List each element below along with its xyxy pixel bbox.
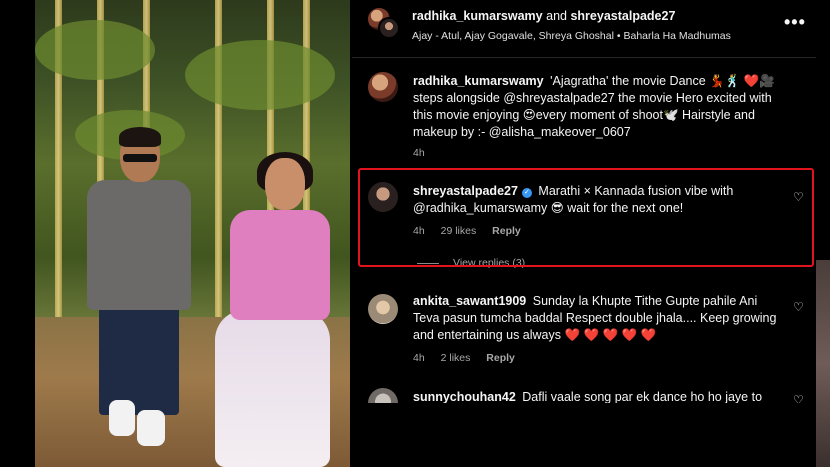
dancer-woman-head (265, 158, 305, 210)
caption: radhika_kumarswamy 'Ajagratha' the movie… (352, 60, 816, 160)
dancer-woman (230, 210, 330, 320)
comment-text: Dafli vaale song par ek dance ho ho jaye… (522, 390, 763, 404)
caption-meta: 4h (413, 147, 438, 159)
comment-text-block: ankita_sawant1909 Sunday la Khupte Tithe… (413, 293, 783, 344)
dancer-man-legs (99, 300, 179, 415)
collab-avatar-2[interactable] (378, 17, 400, 39)
comment-time: 4h (413, 352, 425, 364)
side-preview (816, 260, 830, 467)
dancer-man-hair (119, 127, 161, 147)
music-title: Baharla Ha Madhumas (623, 30, 731, 42)
heart-outline-icon[interactable]: ♡ (793, 301, 805, 313)
caption-text-block: radhika_kumarswamy 'Ajagratha' the movie… (413, 73, 793, 141)
dancer-man (87, 180, 191, 310)
author-username-1[interactable]: radhika_kumarswamy (412, 9, 543, 23)
caption-time: 4h (413, 147, 425, 159)
comment-likes[interactable]: 2 likes (441, 352, 471, 364)
post-authors: radhika_kumarswamy and shreyastalpade27 (412, 9, 675, 23)
comment-highlight-box (358, 168, 814, 267)
comment-username[interactable]: ankita_sawant1909 (413, 294, 526, 308)
foliage (185, 40, 335, 110)
comment-meta: 4h 2 likes Reply (413, 352, 528, 364)
shoe (137, 410, 165, 446)
dancer-man-sunglasses (123, 154, 157, 162)
reel-video[interactable] (35, 0, 350, 467)
post-header: radhika_kumarswamy and shreyastalpade27 … (352, 0, 816, 58)
heart-emojis: ❤️ ❤️ ❤️ ❤️ ❤️ (564, 328, 657, 342)
author-username-2[interactable]: shreyastalpade27 (570, 9, 675, 23)
comment-item: ankita_sawant1909 Sunday la Khupte Tithe… (352, 284, 816, 374)
panel-footer (352, 403, 816, 467)
music-separator: • (616, 30, 621, 42)
foliage (35, 20, 155, 80)
caption-username[interactable]: radhika_kumarswamy (413, 74, 544, 88)
avatar[interactable] (368, 72, 398, 102)
and-text: and (546, 9, 567, 23)
reply-button[interactable]: Reply (486, 352, 515, 364)
music-artists: Ajay - Atul, Ajay Gogavale, Shreya Ghosh… (412, 30, 614, 42)
shoe (109, 400, 135, 436)
more-options-icon[interactable]: ••• (784, 12, 806, 33)
avatar[interactable] (368, 294, 398, 324)
dancer-woman-saree (215, 310, 330, 467)
music-info[interactable]: Ajay - Atul, Ajay Gogavale, Shreya Ghosh… (412, 30, 731, 42)
comment-username[interactable]: sunnychouhan42 (413, 390, 516, 404)
